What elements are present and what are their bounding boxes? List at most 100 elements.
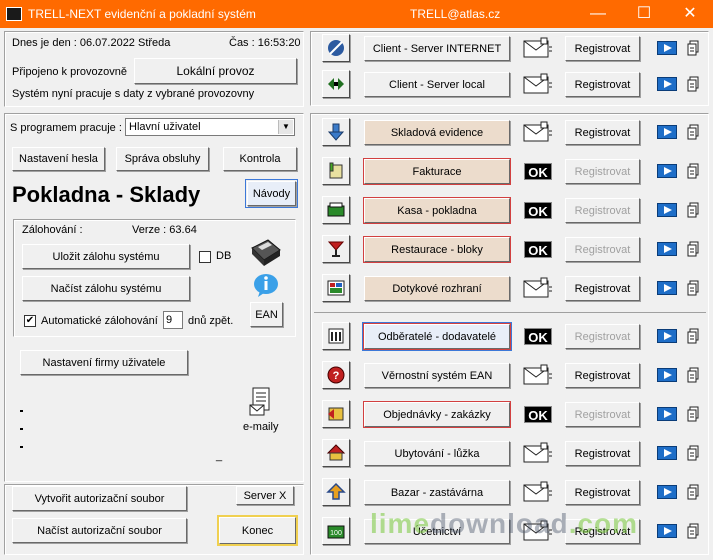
register-button[interactable]: Registrovat — [565, 198, 640, 223]
video-play-icon[interactable] — [657, 203, 677, 217]
video-play-icon[interactable] — [657, 77, 677, 91]
video-play-icon[interactable] — [657, 407, 677, 421]
document-icon[interactable] — [687, 241, 699, 257]
maximize-button[interactable]: ☐ — [621, 0, 667, 28]
video-play-icon[interactable] — [657, 41, 677, 55]
info-icon[interactable] — [252, 272, 280, 298]
check-button[interactable]: Kontrola — [223, 147, 297, 171]
module-icon-button[interactable] — [322, 118, 350, 146]
video-play-icon[interactable] — [657, 329, 677, 343]
document-icon[interactable] — [687, 280, 699, 296]
cocktail-glass-icon — [327, 241, 345, 257]
create-auth-file-button[interactable]: Vytvořit autorizační soubor — [12, 486, 187, 511]
document-icon[interactable] — [687, 163, 699, 179]
server-x-button[interactable]: Server X — [236, 486, 294, 505]
password-settings-button[interactable]: Nastavení hesla — [12, 147, 105, 171]
video-play-icon[interactable] — [657, 446, 677, 460]
end-button[interactable]: Konec — [217, 515, 298, 546]
email-document-icon[interactable] — [249, 387, 273, 417]
module-button[interactable]: Věrnostní systém EAN — [364, 363, 510, 388]
document-icon[interactable] — [687, 328, 699, 344]
video-play-icon[interactable] — [657, 485, 677, 499]
module-icon-button[interactable] — [322, 70, 350, 98]
user-select-value: Hlavní uživatel — [129, 121, 201, 133]
module-icon-button[interactable] — [322, 400, 350, 428]
register-button[interactable]: Registrovat — [565, 159, 640, 184]
module-button[interactable]: Ubytování - lůžka — [364, 441, 510, 466]
module-button[interactable]: Bazar - zastávárna — [364, 480, 510, 505]
register-button[interactable]: Registrovat — [565, 237, 640, 262]
register-button[interactable]: Registrovat — [565, 276, 640, 301]
app-icon — [6, 7, 22, 21]
module-icon-button[interactable]: ? — [322, 361, 350, 389]
module-button[interactable]: Objednávky - zakázky — [364, 402, 510, 427]
video-play-icon[interactable] — [657, 164, 677, 178]
document-icon[interactable] — [687, 484, 699, 500]
document-icon[interactable] — [687, 445, 699, 461]
video-play-icon[interactable] — [657, 281, 677, 295]
document-icon[interactable] — [687, 523, 699, 539]
staff-management-button[interactable]: Správa obsluhy — [116, 147, 209, 171]
document-icon[interactable] — [687, 76, 699, 92]
load-auth-file-button[interactable]: Načíst autorizační soubor — [12, 518, 187, 543]
auto-backup-checkbox[interactable]: ✔ — [24, 315, 36, 327]
envelope-icon[interactable] — [523, 442, 553, 464]
module-icon-button[interactable] — [322, 274, 350, 302]
document-icon[interactable] — [687, 202, 699, 218]
module-icon-button[interactable] — [322, 322, 350, 350]
register-button[interactable]: Registrovat — [565, 480, 640, 505]
video-play-icon[interactable] — [657, 524, 677, 538]
window-title: TRELL-NEXT evidenční a pokladní systém — [28, 7, 256, 21]
register-button[interactable]: Registrovat — [565, 363, 640, 388]
module-icon-button[interactable] — [322, 34, 350, 62]
envelope-icon[interactable] — [523, 481, 553, 503]
document-icon[interactable] — [687, 40, 699, 56]
list-marker — [20, 428, 23, 430]
video-play-icon[interactable] — [657, 368, 677, 382]
ean-button[interactable]: EAN — [250, 302, 283, 327]
list-marker — [20, 410, 23, 412]
module-button[interactable]: Odběratelé - dodavatelé — [362, 322, 512, 351]
module-button[interactable]: Fakturace — [364, 159, 510, 184]
register-button[interactable]: Registrovat — [565, 36, 640, 61]
envelope-icon[interactable] — [523, 364, 553, 386]
register-button[interactable]: Registrovat — [565, 402, 640, 427]
module-icon-button[interactable]: 100 — [322, 517, 350, 545]
video-play-icon[interactable] — [657, 242, 677, 256]
module-button[interactable]: Client - Server local — [364, 72, 510, 97]
envelope-icon[interactable] — [523, 37, 553, 59]
floppy-disk-icon[interactable] — [248, 238, 282, 268]
module-button[interactable]: Skladová evidence — [364, 120, 510, 145]
backup-days-input[interactable]: 9 — [163, 311, 183, 329]
minimize-button[interactable]: — — [575, 0, 621, 28]
guides-button[interactable]: Návody — [245, 179, 298, 208]
envelope-icon[interactable] — [523, 121, 553, 143]
user-select[interactable]: Hlavní uživatel ▼ — [125, 118, 295, 136]
envelope-icon[interactable] — [523, 277, 553, 299]
module-icon-button[interactable] — [322, 478, 350, 506]
close-button[interactable]: ✕ — [667, 0, 713, 28]
video-play-icon[interactable] — [657, 125, 677, 139]
db-checkbox[interactable] — [199, 251, 211, 263]
module-icon-button[interactable] — [322, 196, 350, 224]
register-button[interactable]: Registrovat — [565, 120, 640, 145]
local-mode-button[interactable]: Lokální provoz — [134, 58, 297, 84]
module-icon-button[interactable] — [322, 157, 350, 185]
chevron-down-icon[interactable]: ▼ — [278, 120, 293, 134]
module-icon-button[interactable] — [322, 235, 350, 263]
module-icon-button[interactable] — [322, 439, 350, 467]
module-button[interactable]: Restaurace - bloky — [364, 237, 510, 262]
document-icon[interactable] — [687, 367, 699, 383]
document-icon[interactable] — [687, 406, 699, 422]
company-settings-button[interactable]: Nastavení firmy uživatele — [20, 350, 188, 375]
module-button[interactable]: Dotykové rozhraní — [364, 276, 510, 301]
save-backup-button[interactable]: Uložit zálohu systému — [22, 244, 190, 269]
register-button[interactable]: Registrovat — [565, 441, 640, 466]
module-button[interactable]: Kasa - pokladna — [364, 198, 510, 223]
load-backup-button[interactable]: Načíst zálohu systému — [22, 276, 190, 301]
module-button[interactable]: Client - Server INTERNET — [364, 36, 510, 61]
document-icon[interactable] — [687, 124, 699, 140]
register-button[interactable]: Registrovat — [565, 72, 640, 97]
envelope-icon[interactable] — [523, 73, 553, 95]
register-button[interactable]: Registrovat — [565, 324, 640, 349]
